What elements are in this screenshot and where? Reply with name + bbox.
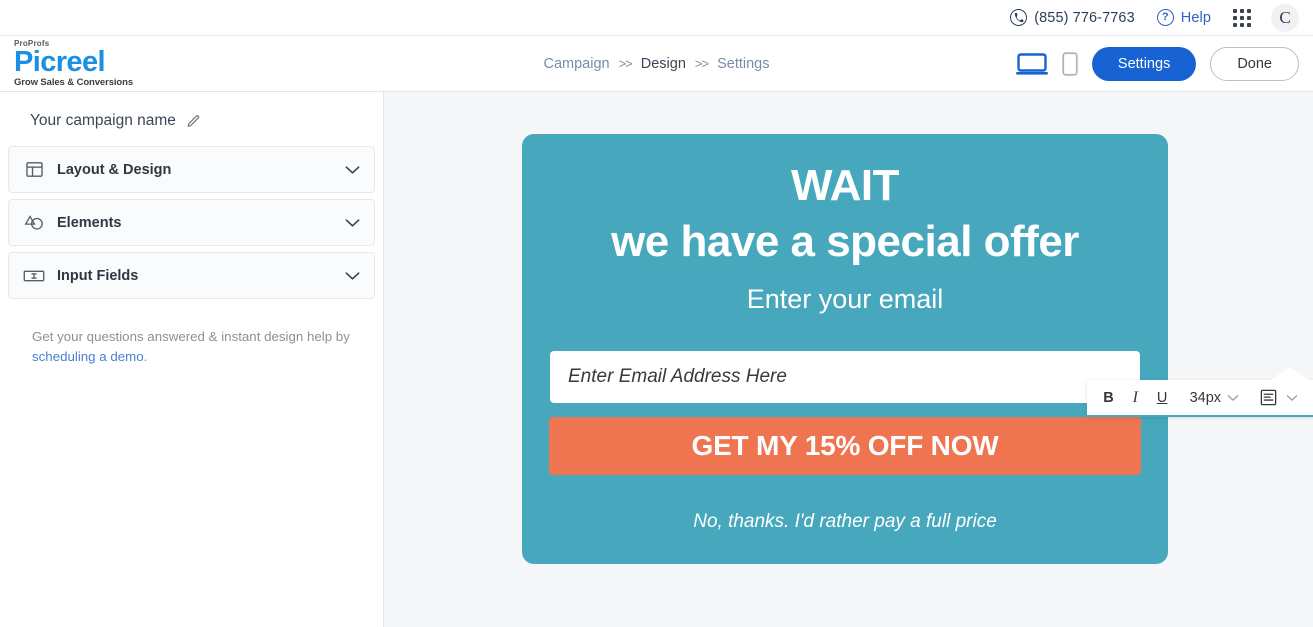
popup-heading-line1[interactable]: WAIT bbox=[522, 158, 1168, 214]
phone-contact[interactable]: (855) 776-7763 bbox=[1010, 9, 1135, 26]
help-link[interactable]: ? Help bbox=[1156, 9, 1211, 26]
phone-icon bbox=[1010, 9, 1028, 26]
settings-button[interactable]: Settings bbox=[1091, 46, 1197, 81]
apps-dot bbox=[1240, 15, 1244, 20]
text-align-chevron-down-icon[interactable] bbox=[1282, 379, 1302, 416]
chevron-down-icon[interactable] bbox=[345, 218, 360, 228]
utility-bar: (855) 776-7763 ? Help C bbox=[0, 0, 1313, 36]
help-text: Get your questions answered & instant de… bbox=[32, 329, 350, 344]
mobile-phone-icon[interactable] bbox=[1062, 51, 1078, 76]
schedule-demo-link[interactable]: scheduling a demo bbox=[32, 349, 144, 364]
text-align-icon[interactable] bbox=[1255, 379, 1282, 416]
apps-dot bbox=[1247, 22, 1251, 27]
bold-button[interactable]: B bbox=[1095, 379, 1122, 416]
sidebar-item-label: Elements bbox=[57, 214, 122, 231]
apps-dot bbox=[1240, 22, 1244, 27]
sidebar-item-label: Input Fields bbox=[57, 267, 139, 284]
text-format-toolbar: B I U 34px Roboto bbox=[1087, 367, 1313, 417]
help-label: Help bbox=[1180, 9, 1211, 26]
font-size-value[interactable]: 34px bbox=[1188, 379, 1223, 416]
question-mark-icon: ? bbox=[1156, 9, 1174, 26]
campaign-name-row[interactable]: Your campaign name bbox=[8, 92, 375, 146]
breadcrumb-separator: >> bbox=[694, 56, 709, 71]
design-canvas: WAIT we have a special offer Enter your … bbox=[384, 92, 1313, 627]
layout-grid-icon bbox=[21, 160, 47, 179]
breadcrumb-item-settings[interactable]: Settings bbox=[717, 56, 769, 72]
sidebar-item-elements[interactable]: Elements bbox=[8, 199, 375, 246]
phone-number: (855) 776-7763 bbox=[1034, 9, 1135, 26]
toolbar-pointer bbox=[1269, 367, 1311, 381]
decline-link[interactable]: No, thanks. I'd rather pay a full price bbox=[693, 511, 997, 533]
campaign-name-label: Your campaign name bbox=[30, 112, 176, 129]
sidebar-item-label: Layout & Design bbox=[57, 161, 172, 178]
underline-button[interactable]: U bbox=[1149, 379, 1176, 416]
logo-tagline: Grow Sales & Conversions bbox=[14, 76, 134, 88]
breadcrumb-item-campaign[interactable]: Campaign bbox=[543, 56, 609, 72]
input-field-icon bbox=[21, 269, 47, 283]
popup-preview: WAIT we have a special offer Enter your … bbox=[522, 134, 1168, 564]
cta-button[interactable]: GET MY 15% OFF NOW bbox=[549, 417, 1141, 475]
popup-subheading[interactable]: Enter your email bbox=[522, 284, 1168, 315]
pencil-icon[interactable] bbox=[186, 114, 201, 129]
apps-dot bbox=[1233, 8, 1237, 13]
apps-dot bbox=[1233, 22, 1237, 27]
sidebar: Your campaign name Layout & Design Eleme… bbox=[0, 92, 384, 627]
breadcrumb-item-design[interactable]: Design bbox=[641, 56, 686, 72]
logo-name: Picreel bbox=[14, 45, 106, 78]
apps-dot bbox=[1233, 15, 1237, 20]
apps-dot bbox=[1240, 8, 1244, 13]
popup-heading-line2[interactable]: we have a special offer bbox=[522, 214, 1168, 270]
sidebar-item-layout-design[interactable]: Layout & Design bbox=[8, 146, 375, 193]
italic-button[interactable]: I bbox=[1122, 379, 1149, 416]
main-body: Your campaign name Layout & Design Eleme… bbox=[0, 92, 1313, 627]
app-header: ProProfs Picreel Grow Sales & Conversion… bbox=[0, 36, 1313, 92]
help-text-block: Get your questions answered & instant de… bbox=[8, 305, 375, 367]
breadcrumb-separator: >> bbox=[618, 56, 633, 71]
done-button[interactable]: Done bbox=[1210, 46, 1299, 81]
help-text-period: . bbox=[143, 349, 148, 364]
chevron-down-icon[interactable] bbox=[345, 165, 360, 175]
sidebar-item-input-fields[interactable]: Input Fields bbox=[8, 252, 375, 299]
picreel-logo[interactable]: ProProfs Picreel Grow Sales & Conversion… bbox=[0, 39, 370, 89]
avatar[interactable]: C bbox=[1271, 3, 1299, 32]
apps-dot bbox=[1247, 8, 1251, 13]
apps-dot bbox=[1247, 15, 1251, 20]
apps-grid-icon[interactable] bbox=[1233, 8, 1251, 27]
font-size-chevron-down-icon[interactable] bbox=[1223, 379, 1243, 416]
chevron-down-icon[interactable] bbox=[345, 271, 360, 281]
desktop-monitor-icon[interactable] bbox=[1015, 52, 1048, 76]
shapes-icon bbox=[21, 213, 47, 232]
email-input[interactable] bbox=[550, 351, 1140, 403]
header-actions: Settings Done bbox=[1015, 46, 1313, 81]
